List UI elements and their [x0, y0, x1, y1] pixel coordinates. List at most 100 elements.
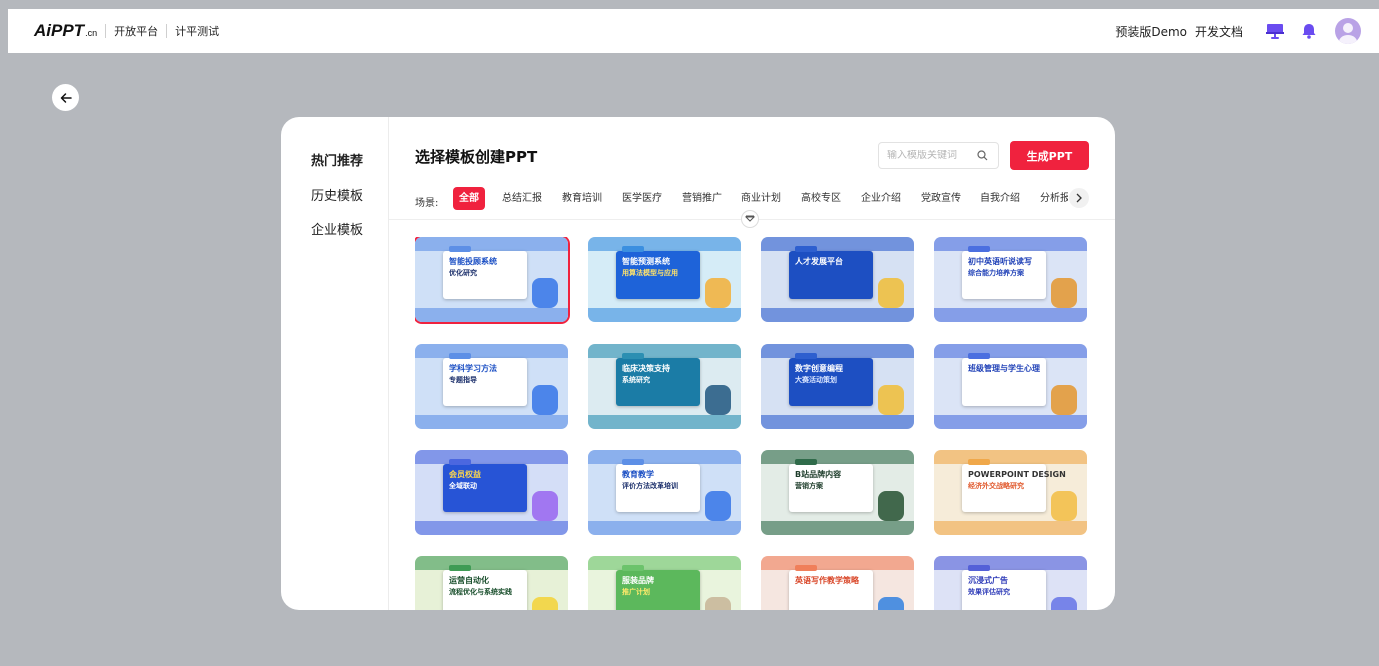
thumbnail-illustration — [705, 385, 731, 415]
template-subtitle: 评价方法改革培训 — [622, 482, 678, 490]
template-card[interactable]: 智能投顾系统 优化研究 — [415, 237, 568, 322]
scene-tab-education[interactable]: 教育培训 — [562, 187, 602, 210]
template-title: 数字创意编程 — [795, 364, 843, 373]
chevron-right-icon — [1076, 193, 1082, 203]
scene-tab-university[interactable]: 高校专区 — [801, 187, 841, 210]
bell-icon[interactable] — [1299, 21, 1319, 41]
template-card[interactable]: 沉浸式广告 效果评估研究 — [934, 556, 1087, 610]
template-title: 学科学习方法 — [449, 364, 497, 373]
template-card[interactable]: 学科学习方法 专题指导 — [415, 344, 568, 429]
thumbnail-illustration — [532, 491, 558, 521]
thumbnail-strip — [415, 556, 568, 570]
scene-scroll-right-button[interactable] — [1069, 188, 1089, 208]
scene-tab-analysis[interactable]: 分析报 — [1040, 187, 1068, 210]
sidebar-item-history[interactable]: 历史模板 — [311, 185, 363, 204]
slide-tag — [449, 565, 471, 571]
slide-tag — [968, 246, 990, 252]
template-subtitle: 专题指导 — [449, 376, 477, 384]
thumbnail-strip — [934, 521, 1087, 535]
template-card[interactable]: 运营自动化 流程优化与系统实践 — [415, 556, 568, 610]
template-card[interactable]: 数字创意编程 大赛活动策划 — [761, 344, 914, 429]
template-subtitle: 综合能力培养方案 — [968, 269, 1024, 277]
thumbnail-illustration — [878, 597, 904, 610]
template-cover-slide: 会员权益 全域联动 — [443, 459, 527, 512]
thumbnail-illustration — [705, 491, 731, 521]
template-title: 英语写作教学策略 — [795, 576, 859, 585]
scene-tab-business-plan[interactable]: 商业计划 — [741, 187, 781, 210]
scene-tab-party[interactable]: 党政宣传 — [921, 187, 961, 210]
thumbnail-illustration — [532, 385, 558, 415]
template-card[interactable]: 智能预测系统 用算法模型与应用 — [588, 237, 741, 322]
thumbnail-strip — [761, 308, 914, 322]
template-cover-slide: 班级管理与学生心理 — [962, 353, 1046, 406]
scene-tab-company[interactable]: 企业介绍 — [861, 187, 901, 210]
template-card[interactable]: POWERPOINT DESIGN 经济外交战略研究 — [934, 450, 1087, 535]
template-card[interactable]: 临床决策支持 系统研究 — [588, 344, 741, 429]
template-title: 服装品牌 — [622, 576, 654, 585]
template-title: 智能投顾系统 — [449, 257, 497, 266]
template-subtitle: 优化研究 — [449, 269, 477, 277]
template-cover-slide: 初中英语听说读写 综合能力培养方案 — [962, 246, 1046, 299]
thumbnail-strip — [588, 415, 741, 429]
slide-tag — [968, 353, 990, 359]
template-subtitle: 用算法模型与应用 — [622, 269, 678, 277]
thumbnail-strip — [934, 308, 1087, 322]
slide-tag — [795, 353, 817, 359]
template-subtitle: 推广计划 — [622, 588, 650, 596]
thumbnail-strip — [588, 237, 741, 251]
thumbnail-strip — [415, 308, 568, 322]
thumbnail-illustration — [532, 278, 558, 308]
scene-tab-all[interactable]: 全部 — [453, 187, 485, 210]
template-cover-slide: 数字创意编程 大赛活动策划 — [789, 353, 873, 406]
template-search-box[interactable] — [878, 142, 999, 169]
scene-tab-self-intro[interactable]: 自我介绍 — [980, 187, 1020, 210]
open-platform-link[interactable]: 开放平台 — [114, 23, 158, 39]
slide-tag — [968, 565, 990, 571]
scene-tab-medical[interactable]: 医学医疗 — [622, 187, 662, 210]
thumbnail-strip — [588, 556, 741, 570]
template-title: POWERPOINT DESIGN — [968, 470, 1066, 479]
template-title: 运营自动化 — [449, 576, 489, 585]
template-card[interactable]: 英语写作教学策略 — [761, 556, 914, 610]
sidebar-item-enterprise[interactable]: 企业模板 — [311, 219, 363, 238]
user-avatar[interactable] — [1335, 18, 1361, 44]
scene-tab-summary[interactable]: 总结汇报 — [502, 187, 542, 210]
thumbnail-illustration — [878, 278, 904, 308]
search-icon[interactable] — [977, 150, 988, 161]
preinstall-demo-link[interactable]: 预装版Demo — [1115, 23, 1187, 40]
slide-tag — [622, 353, 644, 359]
logo-domain: .cn — [85, 28, 98, 38]
slide-tag — [968, 459, 990, 465]
template-card[interactable]: 服装品牌 推广计划 — [588, 556, 741, 610]
thumbnail-strip — [761, 237, 914, 251]
slide-tag — [449, 353, 471, 359]
template-cover-slide: B站品牌内容 营销方案 — [789, 459, 873, 512]
template-card[interactable]: B站品牌内容 营销方案 — [761, 450, 914, 535]
test-label: 计平测试 — [175, 25, 220, 38]
template-search-input[interactable] — [887, 150, 973, 161]
arrow-left-icon — [60, 92, 72, 103]
template-subtitle: 经济外交战略研究 — [968, 482, 1024, 490]
sidebar-item-hot[interactable]: 热门推荐 — [311, 150, 363, 169]
template-cover-slide: 智能投顾系统 优化研究 — [443, 246, 527, 299]
expand-filters-button[interactable] — [741, 210, 759, 228]
template-card[interactable]: 会员权益 全域联动 — [415, 450, 568, 535]
thumbnail-strip — [934, 556, 1087, 570]
template-title: 人才发展平台 — [795, 257, 843, 266]
template-card[interactable]: 教育教学 评价方法改革培训 — [588, 450, 741, 535]
aippt-logo[interactable]: AiPPT .cn — [34, 21, 97, 41]
thumbnail-illustration — [878, 491, 904, 521]
template-card[interactable]: 人才发展平台 — [761, 237, 914, 322]
back-button[interactable] — [52, 84, 79, 111]
template-card[interactable]: 初中英语听说读写 综合能力培养方案 — [934, 237, 1087, 322]
page-title: 选择模板创建PPT — [415, 148, 538, 166]
template-card[interactable]: 班级管理与学生心理 — [934, 344, 1087, 429]
generate-ppt-button[interactable]: 生成PPT — [1010, 141, 1089, 170]
template-cover-slide: 英语写作教学策略 — [789, 565, 873, 610]
presentation-icon[interactable] — [1265, 21, 1285, 41]
dev-docs-link[interactable]: 开发文档 — [1195, 23, 1243, 40]
slide-tag — [795, 246, 817, 252]
template-title: B站品牌内容 — [795, 470, 842, 479]
thumbnail-strip — [934, 450, 1087, 464]
scene-tab-marketing[interactable]: 营销推广 — [682, 187, 722, 210]
